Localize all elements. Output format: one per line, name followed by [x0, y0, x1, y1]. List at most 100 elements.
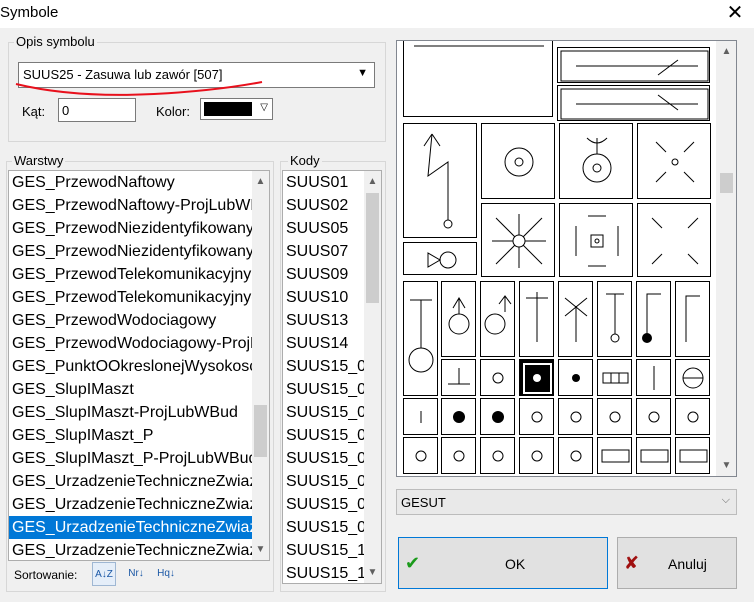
code-list-item[interactable]: SUUS14 — [283, 332, 365, 355]
angle-input[interactable] — [58, 98, 136, 122]
circle-target-icon[interactable] — [675, 398, 710, 435]
scroll-up-icon[interactable]: ▲ — [364, 173, 381, 190]
circle-target-icon[interactable] — [441, 437, 476, 474]
scroll-thumb[interactable] — [366, 193, 379, 303]
square-icon[interactable] — [675, 437, 710, 474]
code-list-item[interactable]: SUUS05 — [283, 217, 365, 240]
circle-target-icon[interactable] — [480, 359, 515, 396]
layer-list-item[interactable]: GES_SlupIMaszt_P — [9, 424, 253, 447]
code-list-item[interactable]: SUUS15_07 — [283, 493, 365, 516]
symbol-grid-scrollbar[interactable]: ▲ ▼ — [716, 41, 736, 476]
pole-circle-icon[interactable] — [519, 281, 554, 357]
layer-list-item[interactable]: GES_PrzewodNaftowy — [9, 171, 253, 194]
layer-list-item[interactable]: GES_PrzewodNaftowy-ProjLubWBud — [9, 194, 253, 217]
code-list-item[interactable]: SUUS15_10 — [283, 539, 365, 562]
scroll-up-icon[interactable]: ▲ — [718, 43, 735, 60]
valve-circle-icon[interactable] — [403, 242, 477, 275]
layer-list-item[interactable]: GES_SlupIMaszt — [9, 378, 253, 401]
code-list-item[interactable]: SUUS09 — [283, 263, 365, 286]
circle-target-icon[interactable] — [519, 437, 554, 474]
scroll-down-icon[interactable]: ▼ — [364, 564, 381, 581]
circle-target-icon[interactable] — [558, 398, 593, 435]
codes-scrollbar[interactable]: ▲ ▼ — [364, 171, 381, 583]
cancel-button[interactable]: ✘ Anuluj — [617, 537, 737, 589]
close-icon[interactable]: ✕ — [716, 0, 754, 28]
pole-circle-icon[interactable] — [675, 281, 710, 357]
layer-list-item[interactable]: GES_PrzewodNiezidentyfikowany-ProjLubWBu… — [9, 240, 253, 263]
code-list-item[interactable]: SUUS10 — [283, 286, 365, 309]
circle-target-icon[interactable] — [481, 123, 555, 199]
layer-list-item[interactable]: GES_SlupIMaszt-ProjLubWBud — [9, 401, 253, 424]
scroll-down-icon[interactable]: ▼ — [718, 457, 735, 474]
symbol-grid[interactable]: ▲ ▼ — [396, 40, 737, 477]
arrow-line-icon[interactable] — [557, 85, 710, 121]
code-list-item[interactable]: SUUS15_04 — [283, 424, 365, 447]
code-list-item[interactable]: SUUS02 — [283, 194, 365, 217]
codes-list[interactable]: SUUS01 SUUS02 SUUS05 SUUS07 SUUS09 SUUS10 SUUS… — [282, 170, 382, 584]
lightning-pole-icon[interactable] — [403, 123, 477, 238]
layers-scrollbar[interactable]: ▲ ▼ — [252, 171, 269, 560]
pole-circle-icon[interactable] — [558, 281, 593, 357]
square-icon[interactable] — [636, 437, 671, 474]
scroll-thumb[interactable] — [720, 173, 733, 193]
layer-list-item[interactable]: GES_UrzadzenieTechniczneZwiazaneZSiecia_… — [9, 539, 253, 560]
filled-circle-icon[interactable] — [558, 359, 593, 396]
diagonal-cross-icon[interactable] — [637, 123, 711, 199]
code-list-item[interactable]: SUUS15_05 — [283, 447, 365, 470]
ok-button[interactable]: ✔ OK — [398, 537, 608, 589]
filled-circle-icon[interactable] — [519, 359, 554, 396]
antenna-circle-icon[interactable] — [559, 123, 633, 199]
code-list-item[interactable]: SUUS15_01 — [283, 355, 365, 378]
square-icon[interactable] — [597, 359, 632, 396]
circle-target-icon[interactable] — [636, 398, 671, 435]
circle-target-icon[interactable] — [675, 359, 710, 396]
pipe-label-icon[interactable] — [403, 41, 553, 117]
x-circle-icon[interactable] — [481, 203, 555, 277]
scroll-up-icon[interactable]: ▲ — [252, 173, 269, 190]
code-list-item[interactable]: SUUS01 — [283, 171, 365, 194]
layer-list-item[interactable]: GES_PrzewodTelekomunikacyjny — [9, 263, 253, 286]
sort-number-button[interactable]: Nr↓ — [124, 562, 148, 586]
layer-list-item[interactable]: GES_PrzewodWodociagowy-ProjLubWBud — [9, 332, 253, 355]
bracket-square-icon[interactable] — [559, 203, 633, 277]
layer-list-item[interactable]: GES_PunktOOkreslonejWysokosci — [9, 355, 253, 378]
layers-list[interactable]: GES_PrzewodNaftowy GES_PrzewodNaftowy-Pro… — [8, 170, 270, 561]
layer-list-item[interactable]: GES_SlupIMaszt_P-ProjLubWBud — [9, 447, 253, 470]
layer-list-item[interactable]: GES_PrzewodNiezidentyfikowany — [9, 217, 253, 240]
filled-circle-icon[interactable] — [480, 398, 515, 435]
color-select[interactable]: ▽ — [200, 98, 273, 120]
circle-target-icon[interactable] — [480, 437, 515, 474]
layer-list-item[interactable]: GES_UrzadzenieTechniczneZwiazaneZSiecia-… — [9, 493, 253, 516]
code-list-item[interactable]: SUUS15_02 — [283, 378, 365, 401]
sort-alpha-button[interactable]: A↓Z — [92, 562, 116, 586]
scroll-down-icon[interactable]: ▼ — [252, 541, 269, 558]
square-icon[interactable] — [441, 359, 476, 396]
square-icon[interactable] — [636, 359, 671, 396]
pole-circle-icon[interactable] — [480, 281, 515, 357]
filled-circle-icon[interactable] — [441, 398, 476, 435]
layer-list-item[interactable]: GES_UrzadzenieTechniczneZwiazaneZSiecia — [9, 470, 253, 493]
code-list-item[interactable]: SUUS15_08 — [283, 516, 365, 539]
square-icon[interactable] — [403, 398, 438, 435]
corner-marks-icon[interactable] — [637, 203, 711, 277]
circle-target-icon[interactable] — [519, 398, 554, 435]
pole-circle-icon[interactable] — [441, 281, 476, 357]
code-list-item[interactable]: SUUS15_11 — [283, 562, 365, 583]
code-list-item[interactable]: SUUS07 — [283, 240, 365, 263]
square-icon[interactable] — [597, 437, 632, 474]
circle-target-icon[interactable] — [597, 398, 632, 435]
code-list-item[interactable]: SUUS15_06 — [283, 470, 365, 493]
pole-circle-icon[interactable] — [403, 281, 438, 396]
sort-height-button[interactable]: Hq↓ — [154, 562, 178, 586]
layer-list-item[interactable]: GES_PrzewodTelekomunikacyjny-ProjLubWBud — [9, 286, 253, 309]
layer-list-item[interactable]: GES_PrzewodWodociagowy — [9, 309, 253, 332]
circle-target-icon[interactable] — [558, 437, 593, 474]
scroll-thumb[interactable] — [254, 405, 267, 457]
arrow-line-icon[interactable] — [557, 47, 710, 83]
code-list-item[interactable]: SUUS15_03 — [283, 401, 365, 424]
pole-circle-icon[interactable] — [597, 281, 632, 357]
filled-circle-icon[interactable] — [636, 281, 671, 357]
circle-target-icon[interactable] — [403, 437, 438, 474]
code-list-item[interactable]: SUUS13 — [283, 309, 365, 332]
network-select[interactable]: GESUT ⌵ — [396, 489, 737, 515]
